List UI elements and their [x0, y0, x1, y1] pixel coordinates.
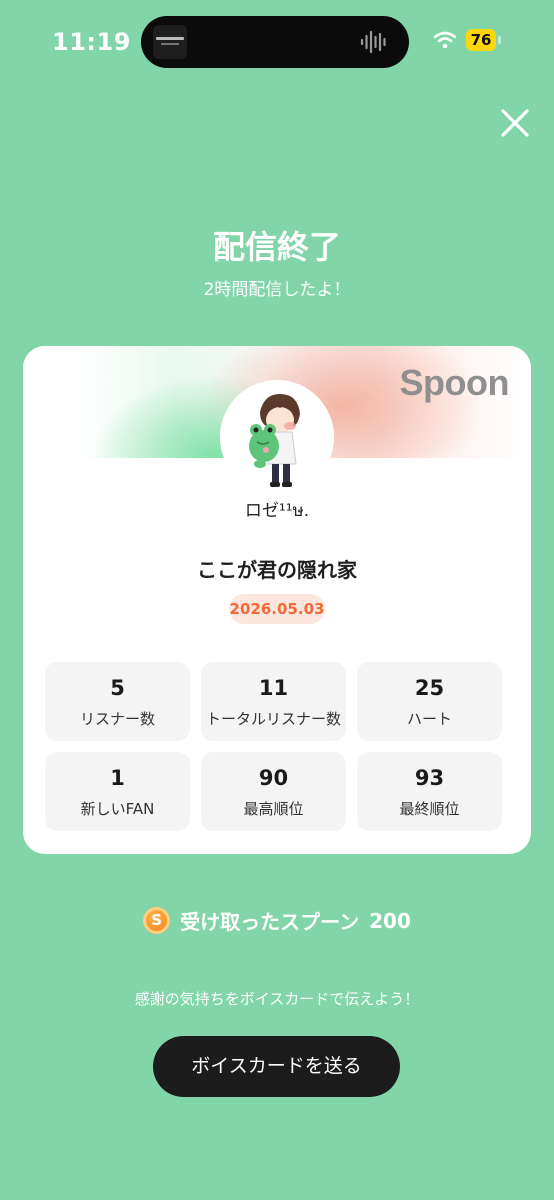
- stat-label: ハート: [406, 710, 452, 728]
- now-playing-thumbnail: [153, 25, 187, 59]
- stat-highest-rank: 90 最高順位: [201, 752, 346, 831]
- close-icon[interactable]: [496, 104, 534, 142]
- stat-label: 新しいFAN: [80, 800, 155, 818]
- stat-label: リスナー数: [79, 710, 155, 728]
- send-voice-card-button[interactable]: ボイスカードを送る: [153, 1036, 400, 1097]
- page-title: 配信終了: [212, 228, 341, 266]
- stat-value: 25: [414, 676, 445, 700]
- avatar[interactable]: [220, 380, 334, 494]
- stat-value: 5: [110, 676, 125, 700]
- stat-total-listeners: 11 トータルリスナー数: [201, 662, 346, 741]
- status-time: 11:19: [52, 28, 131, 56]
- stat-label: トータルリスナー数: [205, 710, 341, 728]
- stat-value: 1: [110, 766, 125, 790]
- date-badge: 2026.05.03: [229, 594, 325, 624]
- received-spoons: S 受け取ったスプーン 200: [0, 906, 554, 935]
- battery-tip: [498, 36, 501, 44]
- audio-wave-icon: [360, 30, 386, 54]
- received-spoons-count: 200: [369, 908, 411, 933]
- stream-end-screen: 11:19 76 配信終了 2時間配信したよ！ Spoon ロゼ¹¹ษ. ここが…: [0, 0, 554, 1200]
- room-title: ここが君の隠れ家: [197, 558, 357, 582]
- stat-listeners: 5 リスナー数: [45, 662, 190, 741]
- stat-label: 最終順位: [399, 800, 460, 818]
- avatar-illustration: [220, 380, 334, 494]
- stat-value: 93: [414, 766, 445, 790]
- spoon-logo: Spoon: [399, 362, 510, 403]
- stat-final-rank: 93 最終順位: [357, 752, 502, 831]
- stat-value: 90: [258, 766, 289, 790]
- thanks-message: 感謝の気持ちをボイスカードで伝えよう！: [134, 990, 420, 1008]
- stat-hearts: 25 ハート: [357, 662, 502, 741]
- username: ロゼ¹¹ษ.: [244, 501, 310, 521]
- page-subtitle: 2時間配信したよ！: [203, 280, 351, 300]
- stats-grid: 5 リスナー数 11 トータルリスナー数 25 ハート 1 新しいFAN 90 …: [45, 662, 505, 831]
- stat-new-fans: 1 新しいFAN: [45, 752, 190, 831]
- received-spoons-label: 受け取ったスプーン: [180, 910, 360, 934]
- stat-value: 11: [258, 676, 289, 700]
- battery-icon: 76: [466, 29, 496, 51]
- stat-label: 最高順位: [243, 800, 304, 818]
- broadcast-summary-card: Spoon ロゼ¹¹ษ. ここが君の隠れ家 2026.05.03 5 リスナー数…: [23, 346, 531, 854]
- wifi-icon: [434, 31, 456, 49]
- dynamic-island[interactable]: [141, 16, 409, 68]
- spoon-coin-icon: S: [143, 907, 171, 934]
